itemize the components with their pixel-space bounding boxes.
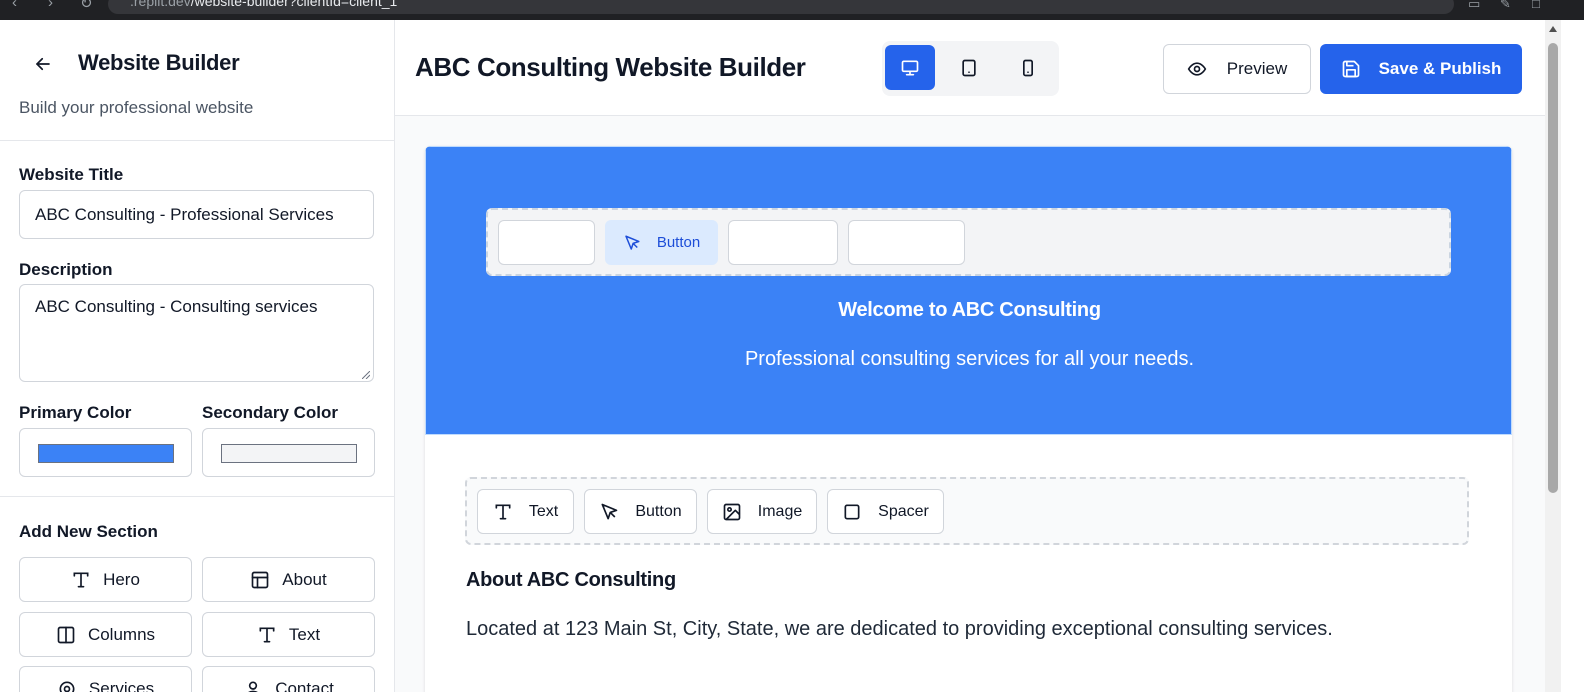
add-image-element-button[interactable]: Image — [707, 489, 817, 534]
forward-arrow-icon[interactable]: › — [48, 0, 53, 11]
type-icon — [495, 504, 511, 519]
type-icon — [259, 627, 275, 642]
add-services-label: Services — [88, 678, 155, 692]
add-text-element-label: Text — [528, 502, 559, 520]
add-spacer-element-label: Spacer — [878, 502, 929, 520]
about-element-toolbar: Text Button Image Spacer — [465, 477, 1469, 545]
primary-color-label: Primary Color — [19, 403, 132, 422]
builder-header: ABC Consulting Website Builder Preview S… — [395, 20, 1545, 116]
sidebar-header: Website Builder Build your professional … — [0, 20, 394, 141]
scroll-up-arrow-icon[interactable] — [1549, 26, 1557, 32]
hero-toolbar-button-4[interactable] — [848, 220, 965, 265]
add-text-label: Text — [288, 624, 321, 644]
primary-color-swatch — [38, 444, 174, 463]
add-hero-button[interactable]: Hero — [19, 557, 192, 602]
save-publish-button[interactable]: Save & Publish — [1320, 44, 1522, 94]
hero-add-button[interactable]: Button — [605, 220, 718, 265]
website-title-input[interactable] — [19, 190, 374, 239]
add-services-button[interactable]: Services — [19, 666, 192, 692]
browser-top-bar: ‹ › ↻ .replit.dev/website-builder?client… — [0, 0, 1584, 20]
user-icon — [247, 681, 259, 692]
type-icon — [73, 572, 89, 587]
desktop-view-button[interactable] — [885, 45, 935, 90]
add-button-element-label: Button — [635, 502, 682, 520]
hero-toolbar-button-3[interactable] — [728, 220, 838, 265]
description-textarea[interactable]: ABC Consulting - Consulting services — [19, 284, 374, 382]
settings-icon — [59, 681, 75, 692]
save-icon — [1342, 60, 1359, 78]
address-bar[interactable]: .replit.dev/website-builder?clientId=cli… — [108, 0, 1454, 14]
back-arrow-icon[interactable]: ‹ — [12, 0, 17, 11]
reload-icon[interactable]: ↻ — [80, 0, 93, 12]
image-icon — [723, 503, 741, 520]
preview-label: Preview — [1226, 59, 1288, 78]
sidebar: Website Builder Build your professional … — [0, 20, 395, 692]
arrow-left-icon — [36, 57, 50, 71]
add-image-element-label: Image — [757, 502, 803, 520]
hero-add-button-label: Button — [656, 234, 701, 251]
sidebar-title: Website Builder — [78, 50, 240, 75]
scrollbar-thumb[interactable] — [1548, 43, 1558, 493]
add-contact-button[interactable]: Contact — [202, 666, 375, 692]
sidebar-divider — [0, 496, 394, 497]
sidebar-subtitle: Build your professional website — [19, 98, 254, 117]
add-contact-label: Contact — [275, 678, 334, 692]
add-columns-button[interactable]: Columns — [19, 612, 192, 657]
save-publish-label: Save & Publish — [1378, 59, 1502, 78]
extension-icon[interactable]: ▭ — [1468, 0, 1480, 12]
page-title: ABC Consulting Website Builder — [415, 52, 806, 82]
columns-icon — [57, 626, 75, 643]
window-edge — [1561, 20, 1584, 692]
resize-handle-icon[interactable] — [362, 371, 370, 379]
edit-icon[interactable]: ✎ — [1500, 0, 1511, 12]
url-path: /website-builder?clientId=client_1 — [190, 0, 398, 9]
add-spacer-element-button[interactable]: Spacer — [827, 489, 944, 534]
hero-element-toolbar: Button — [486, 208, 1451, 276]
preview-button[interactable]: Preview — [1163, 44, 1311, 94]
primary-color-picker[interactable] — [19, 428, 192, 477]
secondary-color-picker[interactable] — [202, 428, 375, 477]
about-title[interactable]: About ABC Consulting — [466, 569, 676, 592]
square-icon — [844, 504, 860, 519]
back-button[interactable] — [30, 52, 56, 76]
description-label: Description — [19, 260, 113, 279]
add-section-title: Add New Section — [19, 522, 158, 541]
add-text-element-button[interactable]: Text — [477, 489, 574, 534]
website-preview: Button Welcome to ABC Consulting Profess… — [425, 146, 1512, 692]
add-columns-label: Columns — [87, 624, 156, 644]
add-about-button[interactable]: About — [202, 557, 375, 602]
hero-title[interactable]: Welcome to ABC Consulting — [426, 299, 1512, 322]
hero-subtitle[interactable]: Professional consulting services for all… — [426, 348, 1512, 371]
add-button-element-button[interactable]: Button — [584, 489, 697, 534]
hero-toolbar-button-1[interactable] — [498, 220, 595, 265]
eye-icon — [1187, 62, 1207, 76]
desktop-icon — [901, 59, 919, 75]
add-about-label: About — [282, 569, 327, 589]
about-text[interactable]: Located at 123 Main St, City, State, we … — [466, 618, 1333, 641]
secondary-color-label: Secondary Color — [202, 403, 339, 422]
layout-icon — [251, 571, 269, 588]
tablet-icon — [962, 59, 976, 76]
add-hero-label: Hero — [103, 569, 140, 589]
secondary-color-swatch — [221, 444, 357, 463]
add-text-button[interactable]: Text — [202, 612, 375, 657]
tablet-view-button[interactable] — [944, 45, 994, 90]
url-host: .replit.dev — [130, 0, 191, 9]
hero-section[interactable]: Button Welcome to ABC Consulting Profess… — [425, 146, 1512, 435]
builder-canvas: Button Welcome to ABC Consulting Profess… — [395, 116, 1545, 692]
pointer-icon — [625, 235, 640, 250]
pointer-icon — [601, 503, 618, 519]
mobile-icon — [1023, 59, 1033, 76]
device-toggle-group — [882, 41, 1059, 96]
window-icon[interactable]: □ — [1532, 0, 1540, 11]
mobile-view-button[interactable] — [1003, 45, 1053, 90]
website-title-label: Website Title — [19, 165, 124, 184]
page-scrollbar[interactable] — [1545, 20, 1561, 692]
